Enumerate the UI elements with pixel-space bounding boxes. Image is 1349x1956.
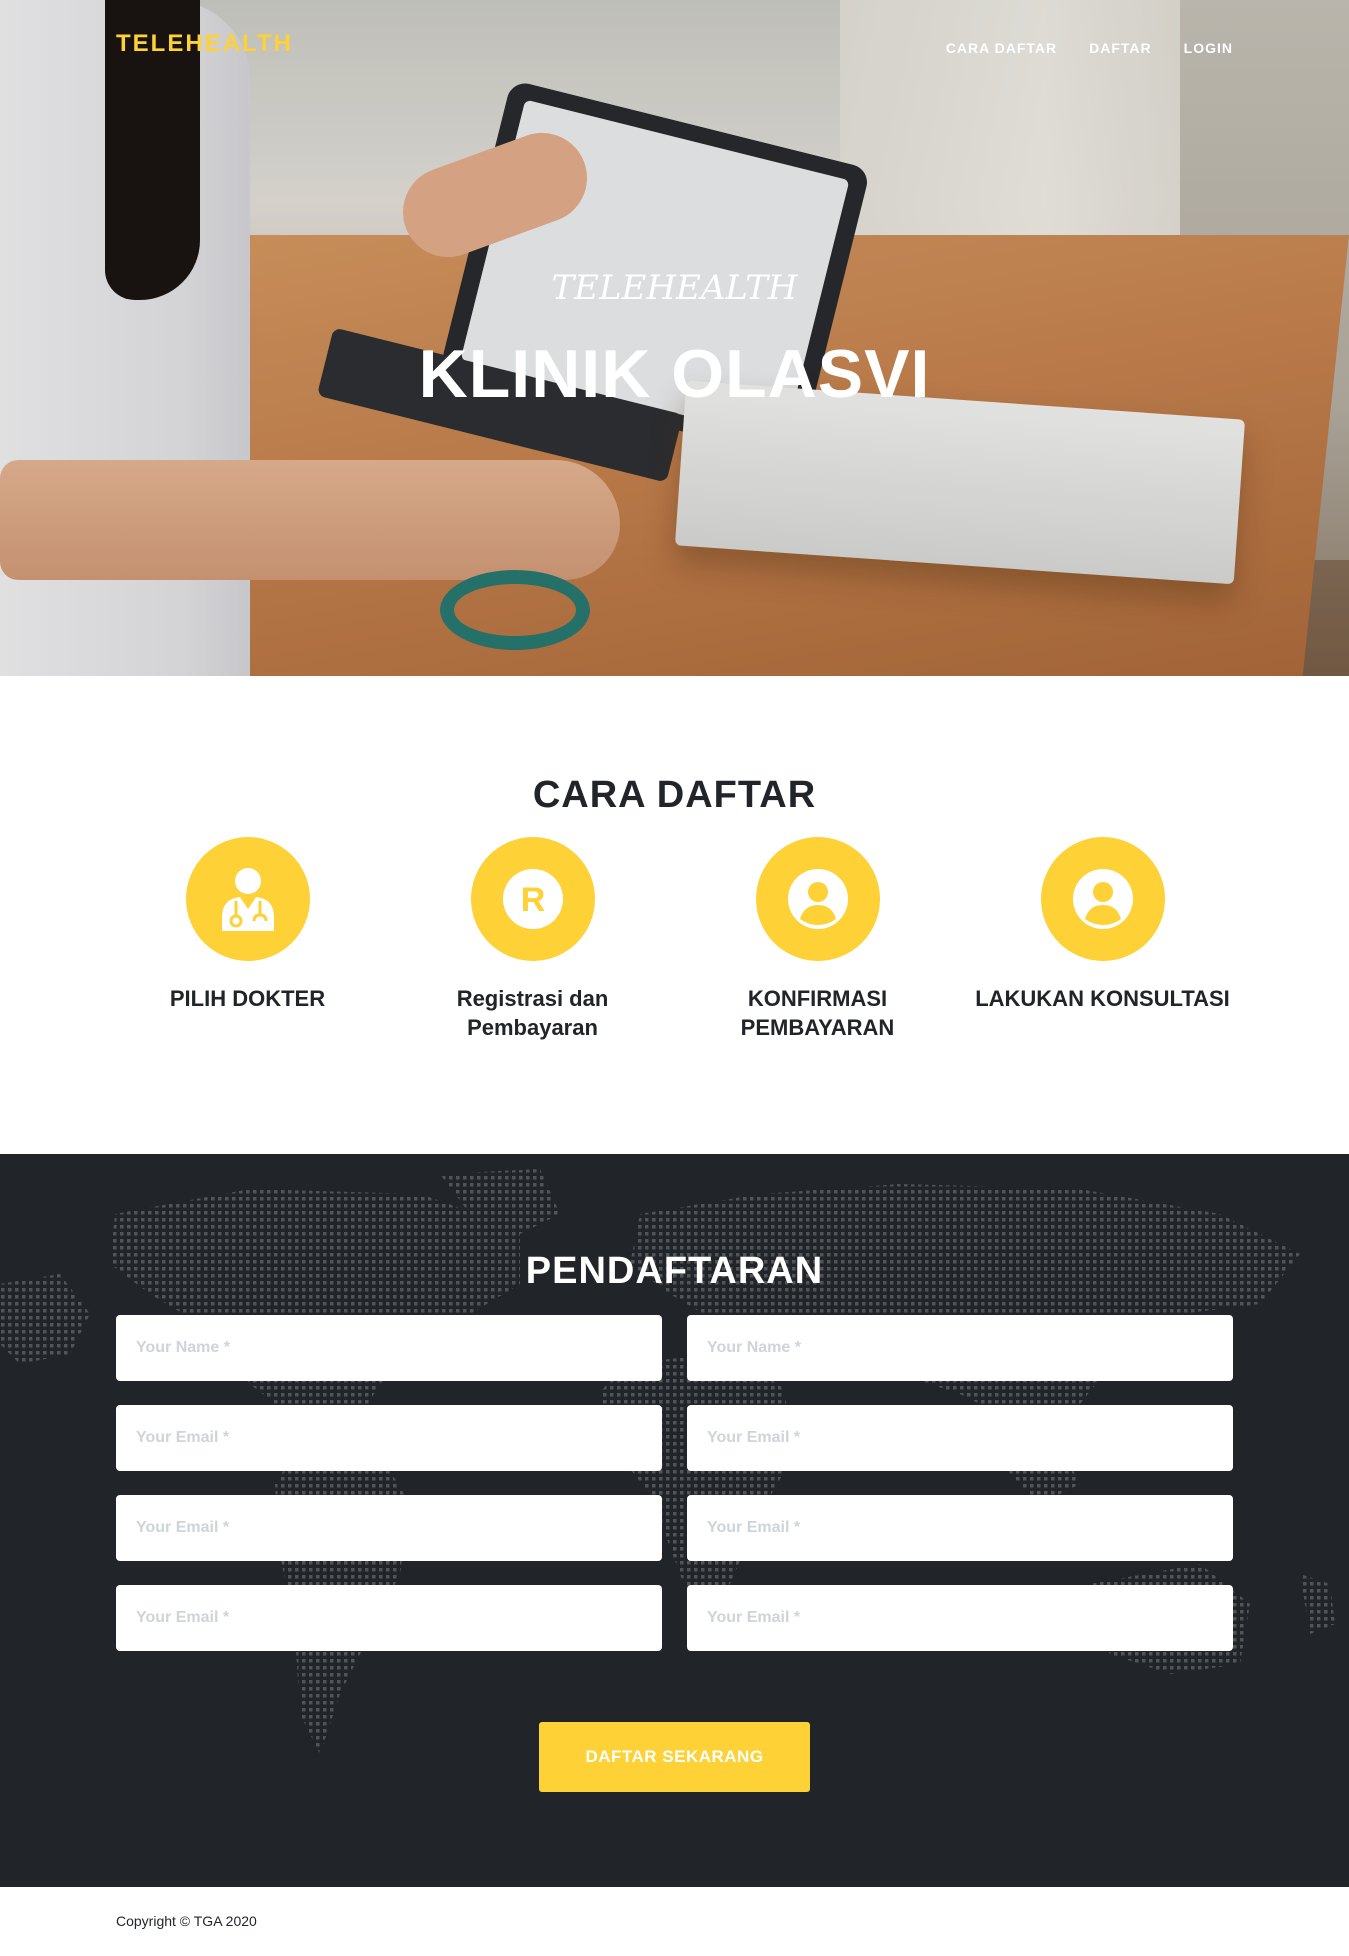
email-field[interactable] [687,1585,1233,1651]
user-icon [787,869,848,929]
register-now-button[interactable]: DAFTAR SEKARANG [539,1722,810,1792]
email-field[interactable] [116,1405,662,1471]
steps-heading: CARA DAFTAR [532,774,817,816]
svg-text:R: R [520,881,545,919]
step-item: KONFIRMASI PEMBAYARAN [675,837,960,1042]
step-circle: R [470,837,595,961]
step-circle [1040,837,1165,961]
steps-section: CARA DAFTAR PILIH DOKTER R Registrasi da… [0,676,1349,1154]
hero-subtitle: TELEHEALTH [551,268,798,308]
email-field[interactable] [687,1405,1233,1471]
email-field[interactable] [116,1495,662,1561]
step-label: PILIH DOKTER [169,986,326,1011]
step-item: R Registrasi dan Pembayaran [390,837,675,1042]
user-icon [1072,869,1133,929]
name-field-left[interactable] [116,1315,662,1381]
nav-link-login[interactable]: LOGIN [1168,40,1233,56]
step-item: LAKUKAN KONSULTASI [960,837,1245,1013]
doctor-icon [221,868,274,931]
step-item: PILIH DOKTER [105,837,390,1013]
hero-title: KLINIK OLASVI [418,336,931,412]
registration-heading: PENDAFTARAN [525,1250,824,1292]
copyright-text: Copyright © TGA 2020 [116,1913,257,1929]
registration-r-icon: R [502,869,563,929]
hero-section: TELEHEALTH CARA DAFTAR DAFTAR LOGIN TELE… [0,0,1349,676]
registration-section: PENDAFTARAN DAFTAR SEKARANG [0,1154,1349,1887]
step-circle [755,837,880,961]
email-field[interactable] [116,1585,662,1651]
email-field[interactable] [687,1495,1233,1561]
step-label: LAKUKAN KONSULTASI [975,986,1230,1011]
step-circle [185,837,310,961]
brand-logo[interactable]: TELEHEALTH [116,30,293,58]
step-label: Registrasi dan Pembayaran [456,986,609,1040]
footer: Copyright © TGA 2020 [0,1887,1349,1956]
name-field-right[interactable] [687,1315,1233,1381]
nav-link-cara-daftar[interactable]: CARA DAFTAR [930,40,1073,56]
step-label: KONFIRMASI PEMBAYARAN [740,986,895,1040]
nav-link-daftar[interactable]: DAFTAR [1073,40,1168,56]
main-nav: CARA DAFTAR DAFTAR LOGIN [930,40,1233,56]
